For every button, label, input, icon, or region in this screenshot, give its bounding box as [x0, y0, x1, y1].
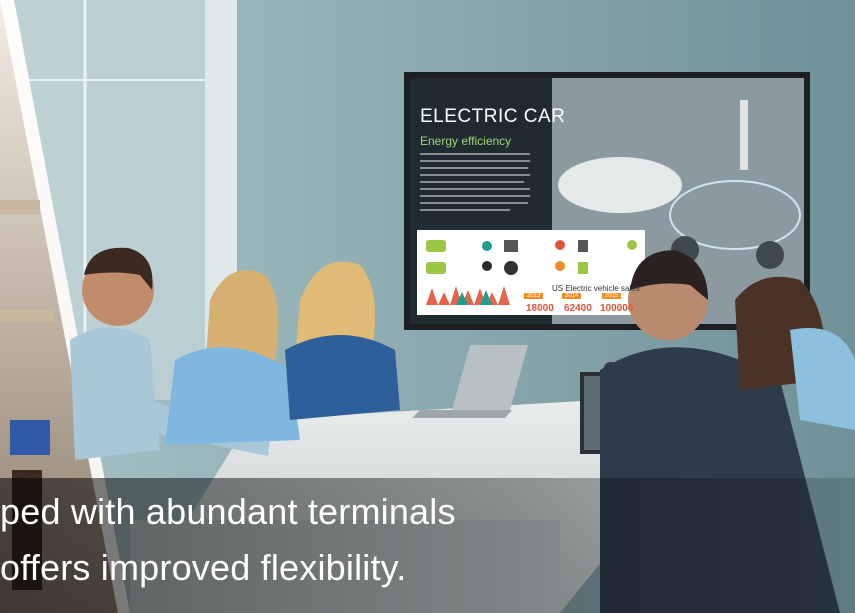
caption-line-2: offers improved flexibility. — [0, 547, 407, 588]
sales-value-2014: 62400 — [564, 303, 592, 314]
caption-line-1: ped with abundant terminals — [0, 491, 456, 532]
sales-year-2015: 2015 — [602, 293, 622, 299]
sales-year-2013: 2013 — [524, 293, 544, 299]
sales-value-2013: 18000 — [526, 303, 554, 314]
sales-year-2014: 2014 — [562, 293, 582, 299]
screen-title: ELECTRIC CAR — [420, 106, 566, 127]
screen-subtitle: Energy efficiency — [420, 134, 512, 148]
sales-heading: US Electric vehicle sales — [552, 284, 640, 293]
sales-value-2015: 100000 — [600, 303, 634, 314]
